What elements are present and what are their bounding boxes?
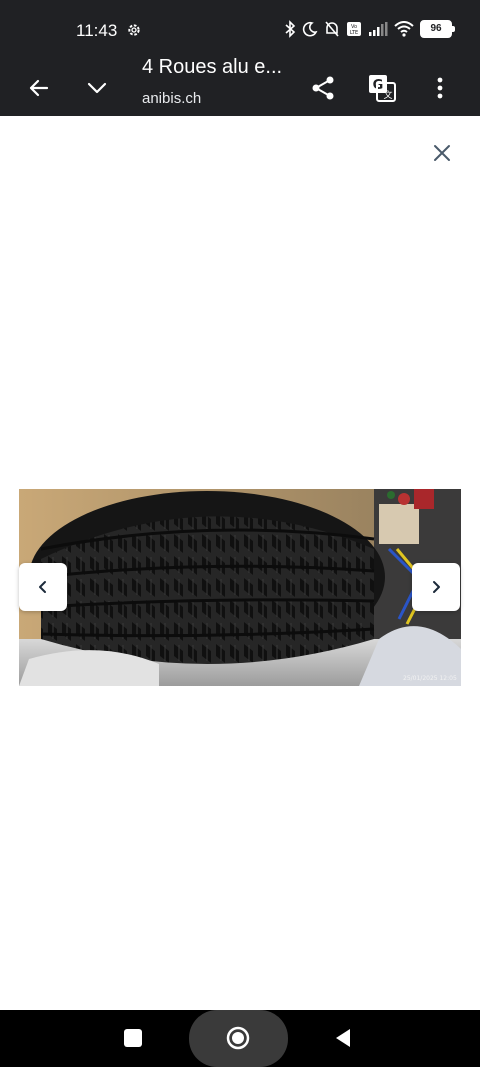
status-time: 11:43	[76, 21, 118, 40]
moon-icon	[302, 21, 318, 37]
settings-icon	[128, 24, 140, 36]
share-icon[interactable]	[303, 68, 343, 108]
circle-home-icon[interactable]	[226, 1026, 250, 1050]
page-title[interactable]: 4 Roues alu e...	[142, 56, 282, 79]
battery-icon: 96	[420, 20, 455, 38]
status-bar: 11:43 Vo LTE 96	[0, 0, 480, 60]
listing-photo: 25/01/2025 12:05	[19, 489, 461, 686]
next-photo-button[interactable]	[412, 563, 460, 611]
square-icon[interactable]	[124, 1029, 142, 1047]
volte-icon: Vo LTE	[347, 22, 361, 36]
back-arrow-icon[interactable]	[19, 68, 59, 108]
triangle-back-icon[interactable]	[334, 1028, 352, 1048]
svg-text:文: 文	[383, 89, 392, 101]
translate-icon[interactable]: G 文	[362, 68, 402, 108]
more-vert-icon[interactable]	[420, 68, 460, 108]
previous-photo-button[interactable]	[19, 563, 67, 611]
chevron-down-icon[interactable]	[77, 68, 117, 108]
signal-icon	[369, 22, 388, 36]
chevron-left-icon	[39, 581, 46, 593]
bluetooth-icon	[285, 20, 296, 38]
tire-image: 25/01/2025 12:05	[19, 489, 461, 686]
chevron-right-icon	[433, 581, 440, 593]
bell-off-icon	[325, 21, 339, 37]
page-url[interactable]: anibis.ch	[142, 90, 201, 107]
close-icon[interactable]	[426, 137, 458, 169]
photo-timestamp: 25/01/2025 12:05	[403, 675, 457, 682]
wifi-icon	[394, 21, 414, 37]
svg-text:LTE: LTE	[350, 30, 358, 36]
